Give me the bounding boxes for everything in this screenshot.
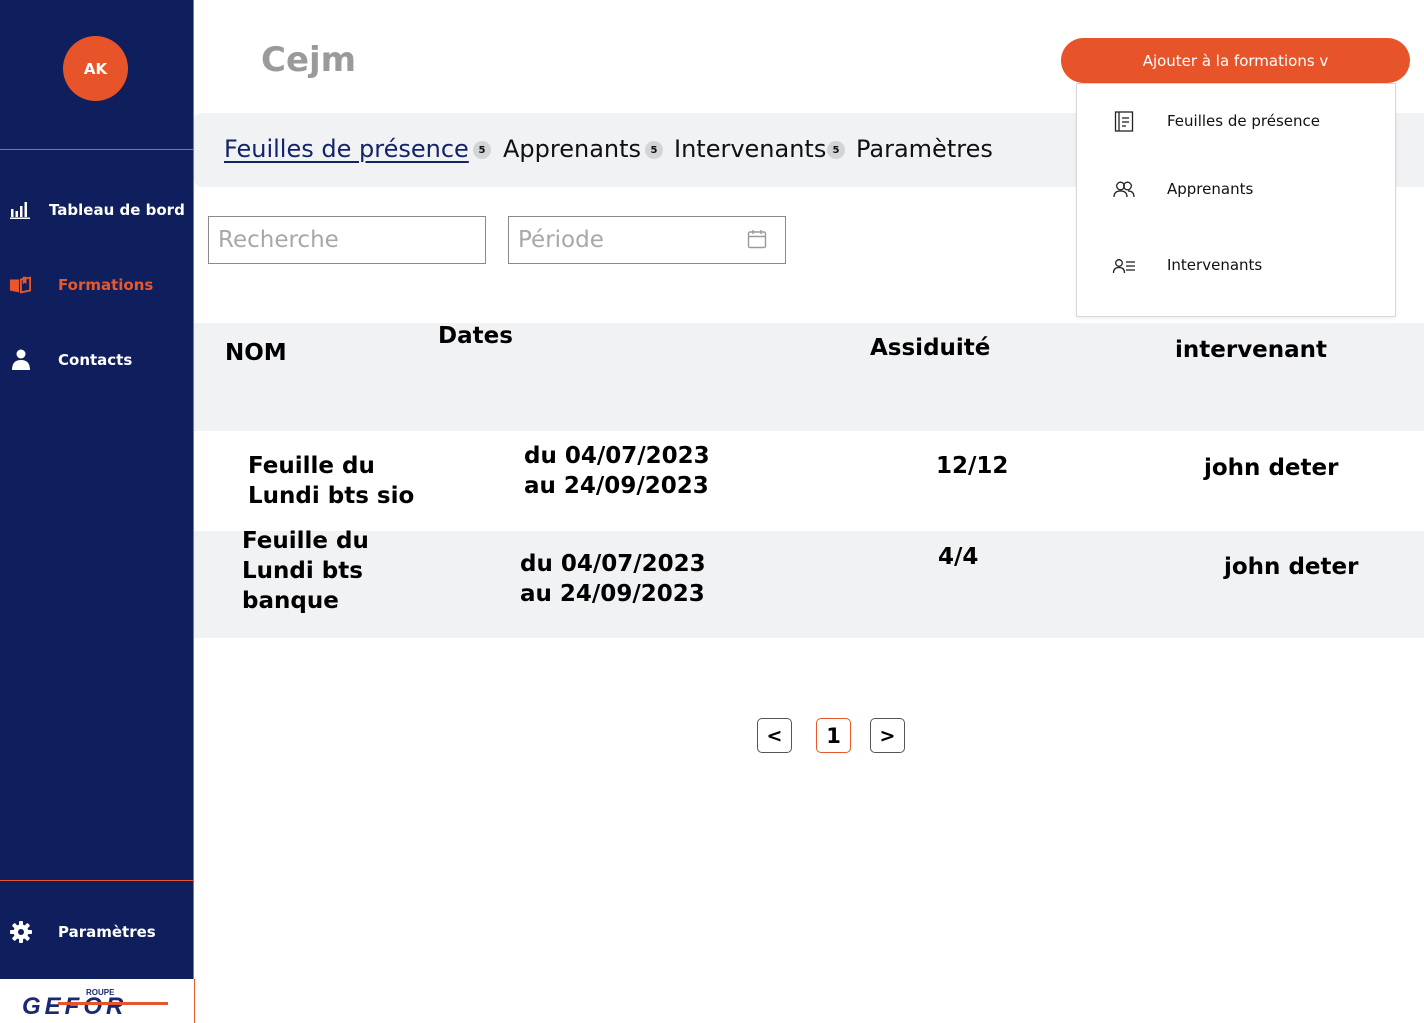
row-dates: du 04/07/2023 au 24/09/2023 xyxy=(520,549,706,609)
dropdown-item-label: Apprenants xyxy=(1167,180,1254,198)
app: AK Tableau de bord Formations Contacts P… xyxy=(0,0,1424,1023)
dropdown-item-feuilles-de-presence[interactable]: Feuilles de présence xyxy=(1077,102,1395,142)
tab-parametres[interactable]: Paramètres xyxy=(856,135,993,163)
user-icon xyxy=(10,349,32,371)
sidebar-item-tableau-de-bord[interactable]: Tableau de bord xyxy=(0,190,194,230)
column-header-intervenant: intervenant xyxy=(1175,337,1328,363)
sidebar-item-label: Formations xyxy=(58,276,154,294)
book-icon xyxy=(9,274,31,296)
row-name: Feuille du Lundi bts sio xyxy=(248,451,414,511)
pagination-next-button[interactable]: > xyxy=(870,718,905,753)
row-dates: du 04/07/2023 au 24/09/2023 xyxy=(524,441,710,501)
add-dropdown-menu: Feuilles de présence Apprenants Interven… xyxy=(1076,83,1396,317)
row-assiduite: 4/4 xyxy=(938,544,979,570)
sidebar-item-label: Contacts xyxy=(58,351,133,369)
table-row[interactable]: Feuille du Lundi bts banque du 04/07/202… xyxy=(194,528,1424,638)
calendar-icon[interactable] xyxy=(747,229,767,249)
row-name-line: banque xyxy=(242,588,339,614)
company-logo: ROUPE GEFOR xyxy=(0,979,195,1023)
search-input[interactable] xyxy=(208,216,486,264)
row-name-line: Lundi bts sio xyxy=(248,483,415,509)
dropdown-item-apprenants[interactable]: Apprenants xyxy=(1077,170,1395,210)
user-list-icon xyxy=(1112,254,1136,278)
row-name-line: Feuille du xyxy=(242,528,369,554)
tab-count-badge: 5 xyxy=(473,141,491,159)
row-intervenant: john deter xyxy=(1204,455,1339,481)
row-assiduite: 12/12 xyxy=(936,453,1009,479)
row-name-line: Feuille du xyxy=(248,453,375,479)
sidebar-item-formations[interactable]: Formations xyxy=(0,265,194,305)
bar-chart-icon xyxy=(9,199,31,221)
dropdown-item-label: Intervenants xyxy=(1167,256,1263,274)
table-row[interactable]: Feuille du Lundi bts sio du 04/07/2023 a… xyxy=(194,431,1424,531)
period-input[interactable] xyxy=(508,216,786,264)
row-date-end: au 24/09/2023 xyxy=(520,581,705,607)
sidebar-divider xyxy=(0,880,194,881)
sidebar-divider xyxy=(0,149,194,150)
tab-count-badge: 5 xyxy=(827,141,845,159)
sidebar-item-contacts[interactable]: Contacts xyxy=(0,340,194,380)
pagination-page-button[interactable]: 1 xyxy=(816,718,851,753)
tab-intervenants[interactable]: Intervenants xyxy=(674,135,826,163)
row-date-start: du 04/07/2023 xyxy=(520,551,706,577)
users-icon xyxy=(1112,178,1136,202)
pagination-prev-button[interactable]: < xyxy=(757,718,792,753)
table-header: NOM Dates Assiduité intervenant xyxy=(194,323,1424,431)
sidebar-item-label: Tableau de bord xyxy=(49,201,185,219)
sidebar-item-parametres[interactable]: Paramètres xyxy=(0,912,194,952)
sidebar-item-label: Paramètres xyxy=(58,923,156,941)
dropdown-item-intervenants[interactable]: Intervenants xyxy=(1077,246,1395,286)
page-title: Cejm xyxy=(261,40,357,80)
gear-icon xyxy=(10,921,32,943)
row-name-line: Lundi bts xyxy=(242,558,363,584)
dropdown-item-label: Feuilles de présence xyxy=(1167,112,1320,130)
tab-apprenants[interactable]: Apprenants xyxy=(503,135,641,163)
tab-count-badge: 5 xyxy=(645,141,663,159)
row-name: Feuille du Lundi bts banque xyxy=(242,526,369,616)
column-header-dates: Dates xyxy=(438,323,513,349)
avatar[interactable]: AK xyxy=(63,36,128,101)
tab-feuilles-de-presence[interactable]: Feuilles de présence xyxy=(224,135,469,163)
column-header-assiduite: Assiduité xyxy=(870,335,991,361)
row-date-end: au 24/09/2023 xyxy=(524,473,709,499)
sidebar: AK Tableau de bord Formations Contacts P… xyxy=(0,0,194,979)
row-date-start: du 04/07/2023 xyxy=(524,443,710,469)
column-header-nom: NOM xyxy=(225,340,287,366)
row-intervenant: john deter xyxy=(1224,554,1359,580)
document-icon xyxy=(1112,110,1136,134)
add-to-formation-button[interactable]: Ajouter à la formations v xyxy=(1061,38,1410,83)
